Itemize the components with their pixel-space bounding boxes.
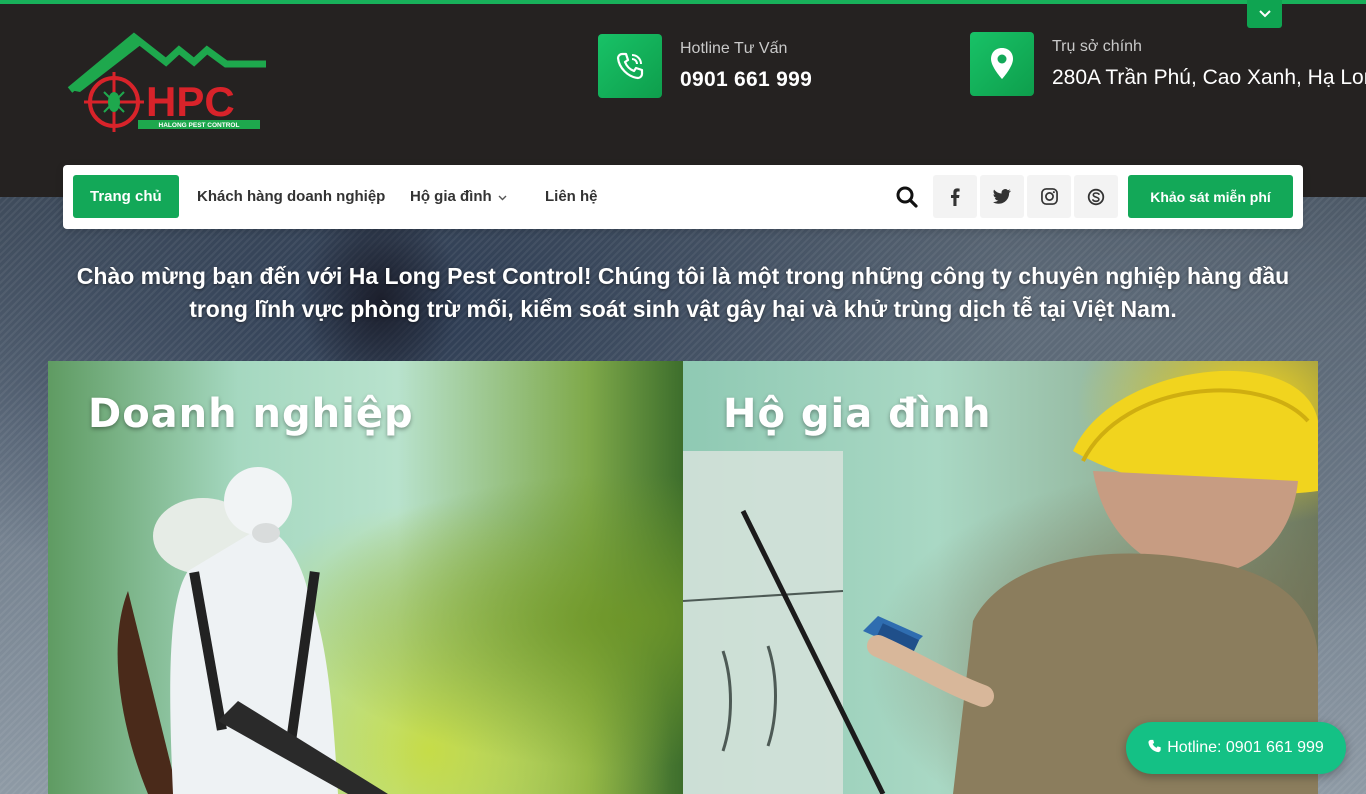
hotline-number[interactable]: 0901 661 999 [680,67,812,93]
main-navbar: Trang chủ Khách hàng doanh nghiệp Hộ gia… [63,165,1303,229]
map-pin-icon [970,32,1034,96]
search-icon[interactable] [894,184,920,210]
address-value: 280A Trần Phú, Cao Xanh, Hạ Long, [1052,66,1366,89]
nav-item-contact[interactable]: Liên hệ [528,175,615,218]
nav-item-label: Khách hàng doanh nghiệp [197,188,386,205]
top-bar-toggle-button[interactable] [1247,0,1282,28]
chevron-down-icon [498,188,507,205]
instagram-icon[interactable] [1027,175,1071,218]
business-card-title: Doanh nghiệp [88,391,414,437]
floating-hotline-label: Hotline: 0901 661 999 [1167,739,1324,756]
hotline-label: Hotline Tư Vấn [680,40,788,57]
nav-item-label: Hộ gia đình [410,188,492,205]
phone-icon [1148,739,1162,758]
free-survey-button[interactable]: Khảo sát miễn phí [1128,175,1293,218]
hotline-contact: Hotline Tư Vấn 0901 661 999 [598,34,812,98]
business-card[interactable]: Doanh nghiệp [48,361,683,794]
phone-icon [598,34,662,98]
chevron-down-icon [1258,10,1271,18]
welcome-text: Chào mừng bạn đến với Ha Long Pest Contr… [76,263,1290,322]
nav-item-home[interactable]: Trang chủ [73,175,179,218]
floating-hotline-button[interactable]: Hotline: 0901 661 999 [1126,722,1346,774]
nav-item-label: Trang chủ [90,188,162,205]
address-contact: Trụ sở chính 280A Trần Phú, Cao Xanh, Hạ… [970,32,1366,96]
logo-text: HPC [146,78,235,125]
household-card-title: Hộ gia đình [723,391,992,437]
free-survey-label: Khảo sát miễn phí [1150,188,1271,205]
nav-item-label: Liên hệ [545,188,598,205]
address-label: Trụ sở chính [1052,38,1142,55]
facebook-icon[interactable] [933,175,977,218]
hpc-logo[interactable]: HPC HALONG PEST CONTROL [66,32,266,140]
nav-item-business-customers[interactable]: Khách hàng doanh nghiệp [180,175,402,218]
pest-control-worker-image [117,467,388,794]
logo-subtext: HALONG PEST CONTROL [159,122,240,129]
skype-icon[interactable] [1074,175,1118,218]
nav-item-household[interactable]: Hộ gia đình [393,175,524,218]
twitter-icon[interactable] [980,175,1024,218]
